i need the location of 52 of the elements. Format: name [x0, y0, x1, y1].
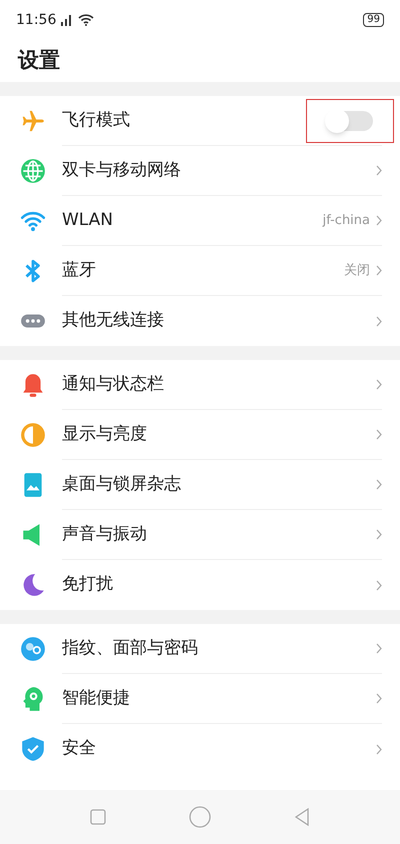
recents-icon[interactable]	[90, 809, 106, 825]
item-label: WLAN	[62, 208, 114, 232]
settings-item[interactable]: 飞行模式	[0, 96, 400, 146]
item-label: 安全	[62, 737, 97, 760]
chevron-icon	[376, 215, 382, 226]
item-label: 显示与亮度	[62, 422, 148, 446]
chevron-icon	[376, 693, 382, 704]
settings-item[interactable]: 声音与振动	[0, 510, 400, 560]
brightness-icon	[20, 422, 46, 448]
item-label: 指纹、面部与密码	[62, 636, 199, 660]
toggle-switch[interactable]	[327, 110, 373, 130]
battery-icon: 99	[363, 13, 384, 27]
chevron-icon	[376, 379, 382, 390]
item-label: 飞行模式	[62, 108, 131, 132]
status-time: 11:56	[16, 10, 56, 30]
settings-item[interactable]: 蓝牙 关闭	[0, 246, 400, 296]
chevron-icon	[376, 580, 382, 590]
item-label: 智能便捷	[62, 686, 131, 710]
chevron-icon	[376, 643, 382, 654]
globe-icon	[20, 158, 46, 184]
chevron-icon	[376, 429, 382, 440]
item-label: 桌面与锁屏杂志	[62, 472, 182, 496]
item-label: 通知与状态栏	[62, 372, 165, 396]
settings-item[interactable]: 双卡与移动网络	[0, 146, 400, 196]
settings-item[interactable]: 智能便捷	[0, 674, 400, 724]
item-value: 关闭	[344, 262, 370, 280]
chevron-icon	[376, 316, 382, 326]
chevron-icon	[376, 744, 382, 754]
settings-item[interactable]: 桌面与锁屏杂志	[0, 460, 400, 510]
shield-icon	[20, 736, 46, 762]
back-icon[interactable]	[294, 808, 310, 826]
home-icon[interactable]	[188, 806, 211, 828]
settings-item[interactable]: 安全	[0, 724, 400, 774]
item-label: 其他无线连接	[62, 309, 165, 332]
settings-item[interactable]: 免打扰	[0, 560, 400, 610]
settings-item[interactable]: 显示与亮度	[0, 410, 400, 460]
settings-item[interactable]: WLAN jf-china	[0, 196, 400, 246]
item-label: 蓝牙	[62, 258, 97, 282]
chevron-icon	[376, 479, 382, 490]
airplane-icon	[20, 108, 46, 134]
settings-item[interactable]: 指纹、面部与密码	[0, 624, 400, 674]
chevron-icon	[376, 529, 382, 540]
chevron-icon	[376, 165, 382, 176]
wifi-icon	[78, 14, 94, 26]
page-title: 设置	[18, 47, 60, 74]
item-label: 双卡与移动网络	[62, 158, 182, 182]
item-value: jf-china	[322, 212, 370, 230]
item-label: 免打扰	[62, 573, 114, 596]
item-label: 声音与振动	[62, 522, 148, 546]
chevron-icon	[376, 265, 382, 276]
settings-item[interactable]: 通知与状态栏	[0, 360, 400, 410]
settings-item[interactable]: 其他无线连接	[0, 296, 400, 346]
